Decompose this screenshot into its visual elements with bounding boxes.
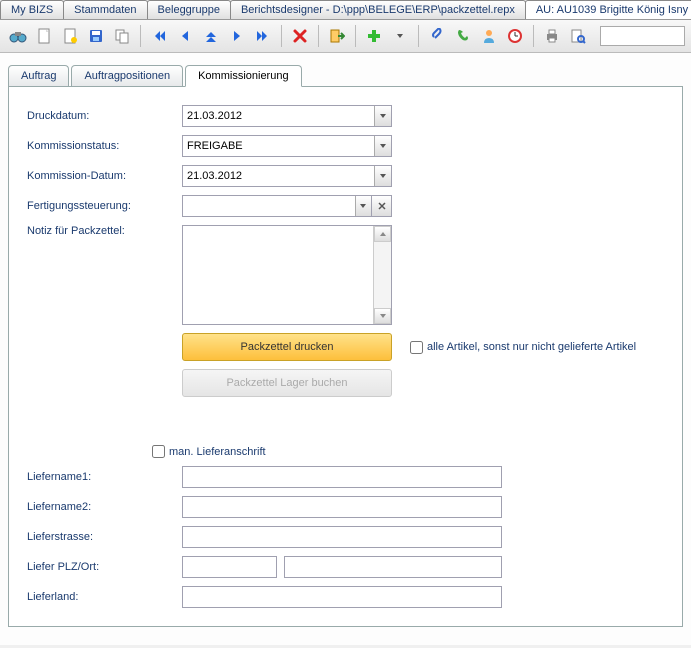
tab-berichtsdesigner[interactable]: Berichtsdesigner - D:\ppp\BELEGE\ERP\pac… bbox=[230, 0, 526, 19]
notiz-label: Notiz für Packzettel: bbox=[27, 225, 182, 237]
tab-kommissionierung[interactable]: Kommissionierung bbox=[185, 65, 301, 87]
dropdown-arrow-icon[interactable] bbox=[388, 24, 412, 48]
kommissiondatum-label: Kommission-Datum: bbox=[27, 170, 182, 182]
man-lieferanschrift-checkbox[interactable]: man. Lieferanschrift bbox=[152, 445, 266, 458]
binoculars-icon[interactable] bbox=[6, 24, 30, 48]
alle-artikel-label: alle Artikel, sonst nur nicht gelieferte… bbox=[427, 341, 636, 353]
packzettel-lager-buchen-button: Packzettel Lager buchen bbox=[182, 369, 392, 397]
toolbar-search-input[interactable] bbox=[600, 26, 685, 46]
lieferland-label: Lieferland: bbox=[27, 591, 182, 603]
druckdatum-field[interactable] bbox=[182, 105, 392, 127]
nav-last-icon[interactable] bbox=[251, 24, 275, 48]
liefer-plz-ort-label: Liefer PLZ/Ort: bbox=[27, 561, 182, 573]
user-icon[interactable] bbox=[477, 24, 501, 48]
kommissionstatus-label: Kommissionstatus: bbox=[27, 140, 182, 152]
dropdown-icon[interactable] bbox=[374, 136, 391, 156]
delete-icon[interactable] bbox=[288, 24, 312, 48]
exit-icon[interactable] bbox=[325, 24, 349, 48]
window-tabs: My BIZS Stammdaten Beleggruppe Berichtsd… bbox=[0, 0, 691, 20]
tab-beleggruppe[interactable]: Beleggruppe bbox=[147, 0, 231, 19]
man-lieferanschrift-input[interactable] bbox=[152, 445, 165, 458]
liefername1-label: Liefername1: bbox=[27, 471, 182, 483]
kommissiondatum-field[interactable] bbox=[182, 165, 392, 187]
alle-artikel-input[interactable] bbox=[410, 341, 423, 354]
preview-icon[interactable] bbox=[566, 24, 590, 48]
nav-prev-icon[interactable] bbox=[173, 24, 197, 48]
attach-icon[interactable] bbox=[425, 24, 449, 48]
notiz-field[interactable] bbox=[182, 225, 392, 325]
druckdatum-input[interactable] bbox=[183, 106, 374, 126]
dropdown-icon[interactable] bbox=[374, 106, 391, 126]
new-doc-star-icon[interactable] bbox=[58, 24, 82, 48]
nav-next-icon[interactable] bbox=[225, 24, 249, 48]
liefer-plz-input[interactable] bbox=[182, 556, 277, 578]
clear-fertigung-icon[interactable] bbox=[372, 195, 392, 217]
liefername2-input[interactable] bbox=[182, 496, 502, 518]
kommissionierung-panel: Druckdatum: Kommissionstatus: Kommission… bbox=[8, 87, 683, 627]
druckdatum-label: Druckdatum: bbox=[27, 110, 182, 122]
dropdown-icon[interactable] bbox=[374, 166, 391, 186]
inner-tabs: Auftrag Auftragpositionen Kommissionieru… bbox=[8, 65, 683, 87]
tab-stammdaten[interactable]: Stammdaten bbox=[63, 0, 147, 19]
lieferland-input[interactable] bbox=[182, 586, 502, 608]
save-icon[interactable] bbox=[84, 24, 108, 48]
tab-mybizs[interactable]: My BIZS bbox=[0, 0, 64, 19]
liefer-ort-input[interactable] bbox=[284, 556, 502, 578]
packzettel-drucken-button[interactable]: Packzettel drucken bbox=[182, 333, 392, 361]
liefername2-label: Liefername2: bbox=[27, 501, 182, 513]
scrollbar[interactable] bbox=[373, 226, 391, 324]
fertigungssteuerung-input[interactable] bbox=[183, 196, 355, 216]
kommissionstatus-field[interactable] bbox=[182, 135, 392, 157]
tab-auftrag[interactable]: Auftrag bbox=[8, 65, 69, 86]
tab-au1039[interactable]: AU: AU1039 Brigitte König Isny bbox=[525, 0, 691, 19]
alle-artikel-checkbox[interactable]: alle Artikel, sonst nur nicht gelieferte… bbox=[410, 341, 636, 354]
lieferstrasse-label: Lieferstrasse: bbox=[27, 531, 182, 543]
nav-first-icon[interactable] bbox=[147, 24, 171, 48]
copy-icon[interactable] bbox=[110, 24, 134, 48]
nav-up-icon[interactable] bbox=[199, 24, 223, 48]
dropdown-icon[interactable] bbox=[355, 196, 371, 216]
tab-auftragpositionen[interactable]: Auftragpositionen bbox=[71, 65, 183, 86]
lieferstrasse-input[interactable] bbox=[182, 526, 502, 548]
new-doc-icon[interactable] bbox=[32, 24, 56, 48]
phone-icon[interactable] bbox=[451, 24, 475, 48]
kommissiondatum-input[interactable] bbox=[183, 166, 374, 186]
clock-icon[interactable] bbox=[503, 24, 527, 48]
fertigungssteuerung-label: Fertigungssteuerung: bbox=[27, 200, 182, 212]
notiz-textarea[interactable] bbox=[183, 226, 373, 324]
scroll-up-icon[interactable] bbox=[374, 226, 391, 242]
kommissionstatus-input[interactable] bbox=[183, 136, 374, 156]
liefername1-input[interactable] bbox=[182, 466, 502, 488]
man-lieferanschrift-label: man. Lieferanschrift bbox=[169, 446, 266, 458]
plugin-icon[interactable] bbox=[362, 24, 386, 48]
toolbar bbox=[0, 20, 691, 53]
scroll-down-icon[interactable] bbox=[374, 308, 391, 324]
fertigungssteuerung-field[interactable] bbox=[182, 195, 372, 217]
print-icon[interactable] bbox=[540, 24, 564, 48]
